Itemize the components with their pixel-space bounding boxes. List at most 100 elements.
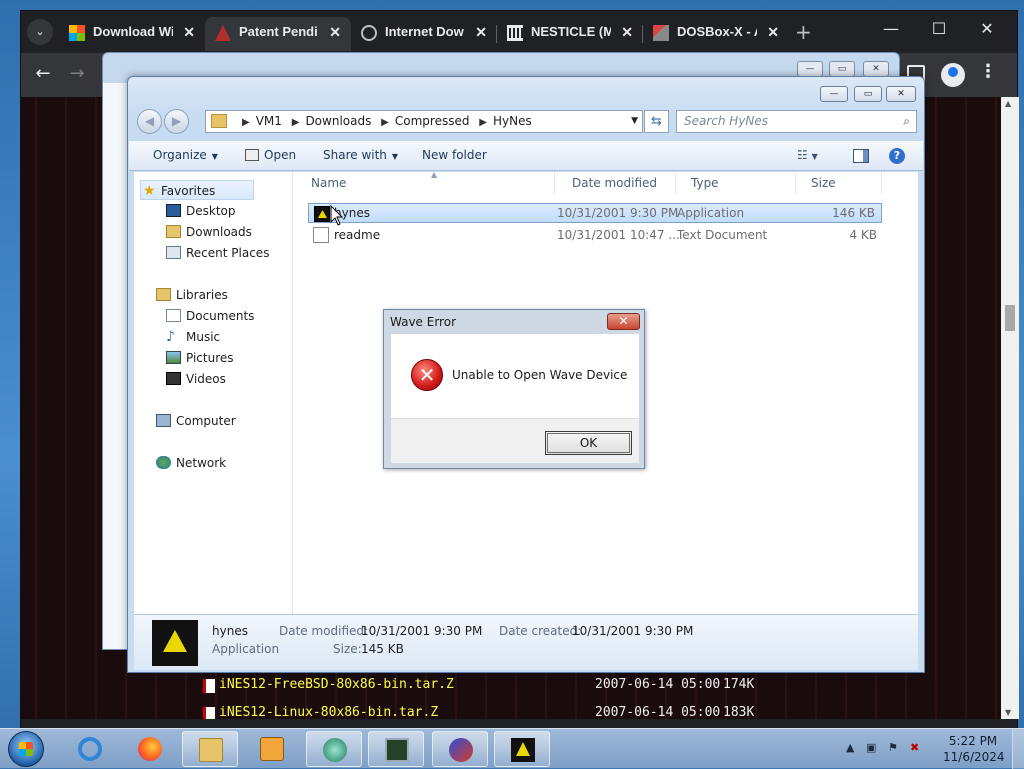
tab-search-button[interactable]: ⌄ (27, 19, 53, 45)
nav-documents[interactable]: Documents (166, 306, 254, 326)
show-desktop-button[interactable] (1012, 729, 1024, 769)
share-with-button[interactable]: Share with ▼ (323, 148, 398, 162)
nav-music[interactable]: ♪ Music (166, 327, 220, 347)
browser-maximize-button[interactable]: ☐ (919, 19, 959, 38)
column-header-date[interactable]: Date modified (555, 172, 676, 194)
breadcrumb-vm1[interactable]: VM1 (256, 114, 282, 128)
tab-close-icon[interactable]: ✕ (767, 17, 779, 47)
search-icon[interactable]: ⌕ (903, 111, 910, 132)
explorer-forward-button[interactable]: ▶ (164, 109, 189, 134)
scrollbar-thumb[interactable] (1005, 305, 1015, 331)
breadcrumb-downloads[interactable]: Downloads (305, 114, 371, 128)
system-clock[interactable]: 5:22 PM 11/6/2024 (943, 733, 1005, 765)
taskbar-app-green[interactable] (306, 731, 362, 767)
nav-favorites[interactable]: ★ Favorites (140, 180, 255, 200)
nav-videos[interactable]: Videos (166, 369, 226, 389)
browser-menu-button[interactable]: ⋮ (979, 61, 997, 82)
listing-size: 174K (723, 677, 755, 692)
preview-pane-icon[interactable] (853, 149, 869, 163)
back-button[interactable]: ← (29, 63, 57, 84)
nav-network[interactable]: Network (156, 453, 226, 473)
column-type-label: Type (691, 176, 719, 190)
volume-muted-icon[interactable]: ✖ (910, 741, 919, 754)
page-scrollbar[interactable]: ▲ ▼ (1001, 97, 1019, 719)
explorer-back-button[interactable]: ◀ (137, 109, 162, 134)
taskbar-terminal-app[interactable] (368, 731, 424, 767)
browser-close-button[interactable]: ✕ (967, 19, 1007, 38)
explorer-minimize-button[interactable]: — (820, 86, 848, 102)
listing-filename[interactable]: iNES12-FreeBSD-80x86-bin.tar.Z (219, 677, 454, 692)
tab-patent-pending[interactable]: Patent Pendi ✕ (205, 17, 351, 51)
details-size-label: Size: (333, 642, 362, 656)
nav-recent-places[interactable]: Recent Places (166, 243, 269, 263)
breadcrumb-compressed[interactable]: Compressed (395, 114, 470, 128)
tab-close-icon[interactable]: ✕ (475, 17, 487, 47)
show-hidden-icons-button[interactable]: ▲ (846, 741, 854, 754)
tab-close-icon[interactable]: ✕ (621, 17, 633, 47)
column-name-label: Name (311, 176, 347, 190)
nav-computer[interactable]: Computer (156, 411, 236, 431)
taskbar-internet-explorer[interactable] (62, 731, 118, 767)
explorer-maximize-button[interactable]: ▭ (854, 86, 882, 102)
scroll-down-arrow-icon[interactable]: ▼ (1005, 708, 1011, 717)
start-button[interactable] (8, 731, 44, 767)
refresh-button[interactable]: ⇆ (644, 110, 669, 133)
new-folder-button[interactable]: New folder (422, 148, 487, 162)
background-maximize-button[interactable]: ▭ (829, 61, 855, 77)
profile-avatar-icon[interactable] (941, 63, 965, 87)
taskbar-hynes[interactable] (494, 731, 550, 767)
taskbar-firefox[interactable] (122, 731, 178, 767)
organize-button[interactable]: Organize ▼ (153, 148, 218, 162)
listing-filename[interactable]: iNES12-Linux-80x86-bin.tar.Z (219, 705, 438, 719)
nav-pictures[interactable]: Pictures (166, 348, 234, 368)
network-tray-icon[interactable]: ▣ (866, 741, 876, 754)
background-close-button[interactable]: ✕ (863, 61, 889, 77)
background-minimize-button[interactable]: — (797, 61, 823, 77)
file-row-hynes[interactable]: hynes 10/31/2001 9:30 PM Application 146… (308, 203, 882, 223)
nav-libraries[interactable]: Libraries (156, 285, 228, 305)
forward-button[interactable]: → (63, 63, 91, 84)
explorer-close-button[interactable]: ✕ (886, 86, 916, 102)
change-view-button[interactable]: ☷ ▼ (797, 148, 818, 162)
tab-nesticle[interactable]: NESTICLE (M! ✕ (497, 17, 643, 51)
taskbar-media-player[interactable] (244, 731, 300, 767)
tab-internet-download[interactable]: Internet Dow ✕ (351, 17, 497, 51)
breadcrumb-chevron-icon[interactable]: ▶ (381, 117, 389, 128)
details-file-kind: Application (212, 642, 280, 656)
tab-close-icon[interactable]: ✕ (329, 17, 341, 47)
nav-desktop[interactable]: Desktop (166, 201, 236, 221)
taskbar-rocket-app[interactable] (432, 731, 488, 767)
details-size-value: 145 KB (361, 642, 404, 656)
help-icon[interactable]: ? (889, 148, 905, 164)
taskbar-file-explorer[interactable] (182, 731, 238, 767)
search-box[interactable]: Search HyNes ⌕ (676, 110, 917, 133)
breadcrumb-chevron-icon[interactable]: ▶ (242, 117, 250, 128)
breadcrumb-hynes[interactable]: HyNes (493, 114, 532, 128)
breadcrumb-chevron-icon[interactable]: ▶ (292, 117, 300, 128)
file-size: 4 KB (849, 228, 877, 242)
dialog-close-button[interactable]: ✕ (607, 313, 640, 330)
browser-minimize-button[interactable]: — (871, 19, 911, 38)
nav-downloads[interactable]: Downloads (166, 222, 252, 242)
column-header-name[interactable]: Name (293, 172, 555, 194)
star-icon: ★ (143, 183, 156, 199)
address-bar[interactable]: ▶ VM1 ▶ Downloads ▶ Compressed ▶ HyNes ▼ (205, 110, 643, 133)
music-note-icon: ♪ (166, 329, 175, 345)
action-center-flag-icon[interactable]: ⚑ (888, 741, 898, 754)
scroll-up-arrow-icon[interactable]: ▲ (1005, 99, 1011, 108)
open-button[interactable]: Open (245, 148, 296, 162)
globe-icon (361, 25, 377, 41)
media-player-icon (260, 737, 284, 761)
tab-label: Patent Pendi (239, 24, 318, 39)
file-row-readme[interactable]: readme 10/31/2001 10:47 ... Text Documen… (308, 225, 882, 245)
tab-download-windows[interactable]: Download Wi ✕ (59, 17, 205, 51)
ok-button[interactable]: OK (545, 431, 632, 455)
column-header-type[interactable]: Type (676, 172, 796, 194)
address-dropdown-icon[interactable]: ▼ (631, 111, 638, 132)
new-tab-button[interactable]: + (795, 19, 812, 45)
videos-icon (166, 372, 181, 385)
breadcrumb-chevron-icon[interactable]: ▶ (479, 117, 487, 128)
column-header-size[interactable]: Size (796, 172, 882, 194)
tab-close-icon[interactable]: ✕ (183, 17, 195, 47)
tab-dosbox-x[interactable]: DOSBox-X - A ✕ (643, 17, 789, 51)
